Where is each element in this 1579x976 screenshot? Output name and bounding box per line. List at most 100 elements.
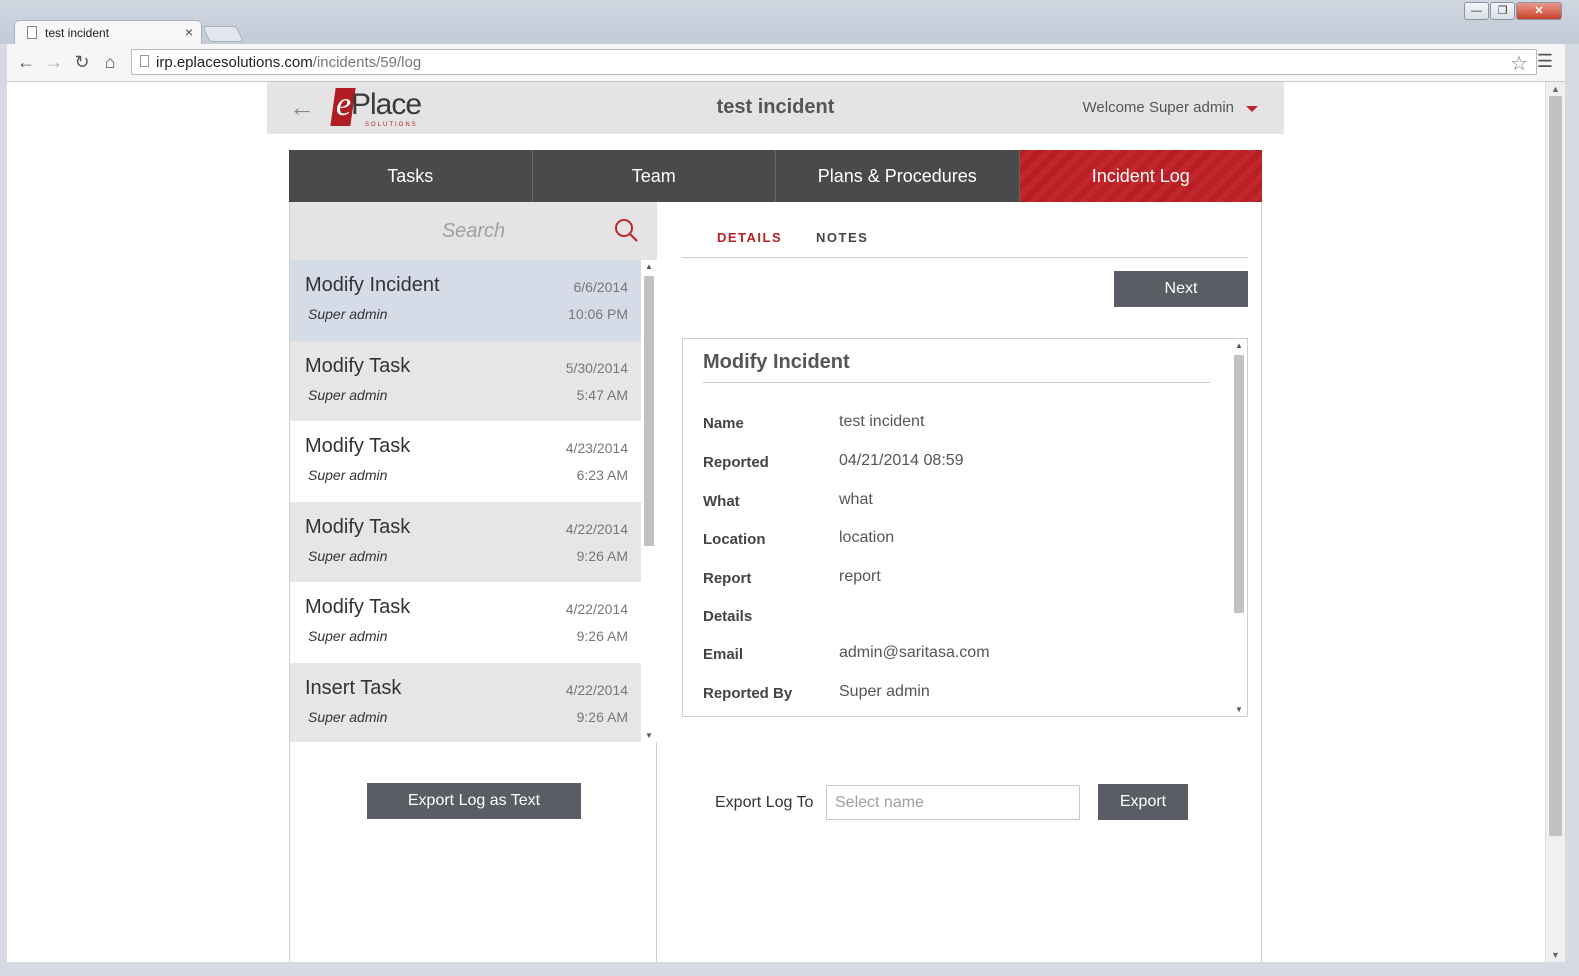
next-button[interactable]: Next (1114, 271, 1248, 307)
list-item[interactable]: Modify Incident Super admin 6/6/2014 10:… (290, 260, 641, 341)
detail-value: 04/21/2014 08:59 (839, 452, 964, 469)
tab-team[interactable]: Team (532, 150, 776, 202)
log-item-date: 4/22/2014 (565, 681, 628, 698)
detail-label: Reported By (703, 685, 793, 702)
browser-titlebar: test incident × — ❐ ✕ (0, 0, 1579, 44)
export-button[interactable]: Export (1098, 784, 1188, 820)
browser-tab[interactable]: test incident × (14, 20, 202, 44)
divider (703, 382, 1210, 383)
page-icon (27, 26, 37, 39)
minimize-button[interactable]: — (1464, 2, 1489, 20)
detail-value: test incident (839, 413, 925, 430)
detail-row-email: Email admin@saritasa.com (703, 644, 1203, 666)
details-panel: DETAILS NOTES Next Modify Incident Name … (658, 202, 1261, 962)
chevron-down-icon[interactable] (1246, 106, 1258, 112)
details-title: Modify Incident (703, 351, 850, 373)
tab-tasks[interactable]: Tasks (289, 150, 533, 202)
log-item-user: Super admin (308, 306, 388, 322)
browser-toolbar: ← → ↻ ⌂ irp.eplacesolutions.com/incident… (7, 44, 1565, 82)
log-item-time: 5:47 AM (576, 386, 628, 403)
scroll-down-arrow-icon[interactable]: ▼ (1551, 950, 1560, 960)
detail-label: Location (703, 531, 766, 548)
log-item-date: 4/23/2014 (565, 440, 628, 456)
reload-icon[interactable]: ↻ (71, 52, 93, 73)
user-menu[interactable]: Welcome Super admin (1083, 99, 1234, 116)
search-bar (290, 202, 657, 260)
log-item-user: Super admin (308, 628, 388, 644)
list-item[interactable]: Modify Task Super admin 4/23/2014 6:23 A… (290, 421, 641, 502)
tab-details[interactable]: DETAILS (717, 230, 782, 245)
tab-notes[interactable]: NOTES (816, 230, 868, 245)
main-tabs: Tasks Team Plans & Procedures Incident L… (289, 150, 1262, 202)
back-icon[interactable]: ← (15, 52, 37, 73)
tab-incident-log[interactable]: Incident Log (1019, 150, 1262, 202)
tab-close-icon[interactable]: × (185, 24, 193, 40)
browser-menu-icon[interactable]: ☰ (1537, 51, 1553, 72)
page-scrollbar[interactable]: ▲ ▼ (1545, 82, 1565, 962)
detail-value: Super admin (839, 683, 930, 700)
url-text: irp.eplacesolutions.com/incidents/59/log (156, 54, 422, 71)
bookmark-star-icon[interactable]: ☆ (1510, 51, 1528, 76)
search-icon[interactable] (613, 217, 639, 243)
detail-row-report: Report report (703, 568, 1203, 590)
detail-value: what (839, 491, 873, 508)
scroll-down-arrow-icon[interactable]: ▼ (645, 731, 653, 740)
list-item[interactable]: Insert Task Super admin 4/22/2014 9:26 A… (290, 662, 641, 742)
tab-title: test incident (45, 26, 110, 40)
logo-subtext: SOLUTIONS (365, 122, 418, 128)
tab-plans-procedures[interactable]: Plans & Procedures (776, 150, 1020, 202)
log-list: Modify Incident Super admin 6/6/2014 10:… (290, 260, 641, 742)
address-bar[interactable]: irp.eplacesolutions.com/incidents/59/log… (131, 49, 1537, 75)
search-input[interactable] (290, 202, 657, 260)
list-item[interactable]: Modify Task Super admin 5/30/2014 5:47 A… (290, 340, 641, 421)
detail-row-name: Name test incident (703, 413, 1203, 435)
page-icon (140, 55, 149, 67)
scroll-up-arrow-icon[interactable]: ▲ (1235, 341, 1243, 350)
scroll-up-arrow-icon[interactable]: ▲ (645, 262, 653, 271)
log-list-scrollbar[interactable]: ▲ ▼ (641, 260, 657, 742)
details-scrollbar[interactable]: ▲ ▼ (1231, 339, 1247, 716)
forward-icon[interactable]: → (43, 52, 65, 73)
log-item-title: Insert Task (305, 676, 402, 699)
new-tab-button[interactable] (202, 26, 244, 42)
scrollbar-thumb[interactable] (1234, 355, 1244, 613)
log-item-time: 9:26 AM (576, 708, 628, 725)
log-item-user: Super admin (308, 708, 388, 725)
detail-label: Email (703, 646, 744, 663)
scrollbar-thumb[interactable] (644, 276, 654, 546)
log-item-user: Super admin (308, 547, 388, 564)
detail-label: Details (703, 608, 753, 625)
detail-label: Name (703, 415, 744, 432)
sub-tabs: DETAILS NOTES (682, 202, 1248, 258)
log-item-time: 6:23 AM (576, 467, 628, 483)
page-viewport: ← e Place SOLUTIONS test incident Welcom… (7, 82, 1545, 962)
detail-row-reported: Reported 04/21/2014 08:59 (703, 452, 1203, 474)
log-item-date: 4/22/2014 (565, 601, 628, 617)
log-item-time: 9:26 AM (576, 547, 628, 564)
detail-label: Report (703, 570, 752, 587)
list-item[interactable]: Modify Task Super admin 4/22/2014 9:26 A… (290, 501, 641, 582)
export-name-input[interactable] (826, 785, 1080, 820)
log-item-user: Super admin (308, 386, 388, 403)
log-item-title: Modify Task (305, 515, 411, 538)
detail-value: report (839, 568, 881, 585)
log-item-title: Modify Task (305, 435, 411, 457)
scroll-down-arrow-icon[interactable]: ▼ (1235, 705, 1243, 714)
close-window-button[interactable]: ✕ (1516, 2, 1562, 20)
detail-label: What (703, 493, 740, 510)
list-item[interactable]: Modify Task Super admin 4/22/2014 9:26 A… (290, 582, 641, 663)
scrollbar-thumb[interactable] (1549, 96, 1562, 836)
export-log-to-label: Export Log To (715, 794, 814, 811)
home-icon[interactable]: ⌂ (99, 52, 121, 73)
detail-label: Reported (703, 454, 769, 471)
log-list-panel: Modify Incident Super admin 6/6/2014 10:… (290, 202, 657, 962)
export-log-as-text-button[interactable]: Export Log as Text (367, 783, 581, 819)
log-item-title: Modify Incident (305, 274, 440, 296)
detail-value: admin@saritasa.com (839, 644, 990, 661)
log-item-date: 4/22/2014 (565, 520, 628, 537)
maximize-button[interactable]: ❐ (1490, 2, 1515, 20)
detail-row-what: What what (703, 491, 1203, 513)
scroll-up-arrow-icon[interactable]: ▲ (1551, 84, 1560, 94)
detail-row-details: Details (703, 608, 1203, 628)
app-header: ← e Place SOLUTIONS test incident Welcom… (267, 82, 1284, 134)
